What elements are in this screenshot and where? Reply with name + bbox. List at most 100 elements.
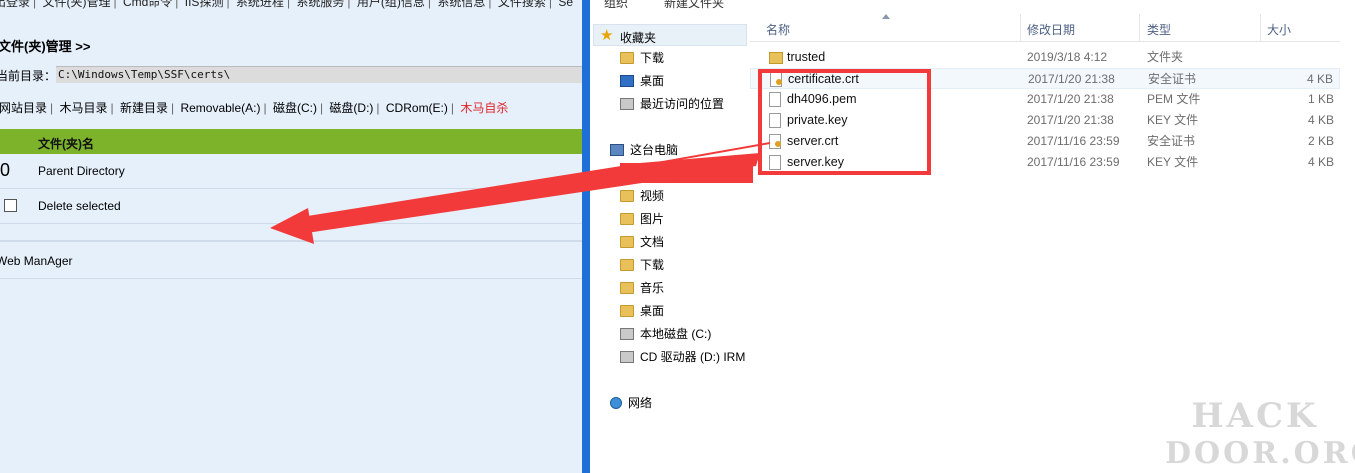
nav-item-label: 网络: [628, 396, 653, 410]
file-type: KEY 文件: [1147, 113, 1199, 127]
recent-places-icon: [620, 98, 634, 110]
network-icon: [610, 397, 622, 409]
nav-item-label: 本地磁盘 (C:): [640, 327, 712, 341]
nav-item-pc-desktop[interactable]: 桌面: [620, 301, 664, 321]
nav-item-label: 文档: [640, 235, 665, 249]
star-icon: ★: [600, 27, 614, 44]
pictures-folder-icon: [620, 213, 634, 225]
sort-up-icon: [882, 14, 890, 19]
watermark-line2: DOOR.ORG: [1165, 436, 1355, 471]
nav-logout[interactable]: 出登录: [0, 0, 30, 9]
current-dir-row: 当前目录： C:\Windows\Temp\SSF\certs\: [0, 65, 582, 83]
select-all-checkbox[interactable]: [4, 199, 17, 212]
nav-favorites-label: 收藏夹: [620, 31, 657, 45]
link-self-delete[interactable]: 木马自杀: [460, 101, 508, 115]
file-name: trusted: [787, 50, 826, 64]
nav-users[interactable]: 用户(组)信息: [357, 0, 425, 9]
nav-item-downloads[interactable]: 下载: [620, 48, 664, 68]
file-date: 2017/11/16 23:59: [1027, 134, 1120, 148]
current-dir-input[interactable]: C:\Windows\Temp\SSF\certs\: [56, 66, 582, 83]
column-date[interactable]: 修改日期: [1027, 21, 1075, 38]
nav-item-label: 桌面: [640, 74, 665, 88]
file-row-trusted[interactable]: trusted 2019/3/18 4:12 文件夹: [750, 47, 1340, 68]
nav-item-label: 下载: [640, 258, 665, 272]
top-nav: 出登录 | 文件(夹)管理 | Cmd命令 | IIS探测 | 系统进程 | 系统服务 | …: [0, 0, 573, 10]
watermark-logo: HACK DOOR.ORG: [1165, 396, 1355, 472]
table-row[interactable]: 0 Parent Directory: [0, 154, 582, 189]
nav-item-label: 图片: [640, 212, 665, 226]
link-new-dir[interactable]: 新建目录: [120, 101, 168, 115]
link-site-dir[interactable]: 网站目录: [0, 101, 47, 115]
file-size: 4 KB: [1306, 72, 1333, 86]
nav-file-manager[interactable]: 文件(夹)管理: [42, 0, 110, 9]
nav-item-label: 视频: [640, 189, 665, 203]
web-file-manager: 出登录 | 文件(夹)管理 | Cmd命令 | IIS探测 | 系统进程 | 系统服务 | …: [0, 0, 582, 473]
table-footer: Web ManAger: [0, 241, 582, 279]
column-type[interactable]: 类型: [1147, 21, 1171, 38]
link-drive-c[interactable]: 磁盘(C:): [273, 101, 317, 115]
documents-folder-icon: [620, 236, 634, 248]
file-size: 4 KB: [1307, 113, 1334, 127]
file-type: PEM 文件: [1147, 92, 1201, 106]
nav-item-pc-downloads[interactable]: 下载: [620, 255, 664, 275]
nav-processes[interactable]: 系统进程: [236, 0, 284, 9]
nav-item-recent[interactable]: 最近访问的位置: [620, 94, 724, 114]
current-dir-label: 当前目录：: [0, 69, 57, 83]
window-divider: [582, 0, 590, 473]
column-name[interactable]: 名称: [766, 21, 790, 38]
nav-item-drive-d[interactable]: CD 驱动器 (D:) IRM: [620, 347, 745, 367]
file-date: 2017/1/20 21:38: [1028, 72, 1115, 86]
nav-favorites[interactable]: ★ 收藏夹: [593, 24, 747, 46]
desktop-folder-icon: [620, 305, 634, 317]
link-drive-a[interactable]: Removable(A:): [180, 101, 260, 115]
nav-services[interactable]: 系统服务: [296, 0, 344, 9]
folder-icon: [769, 52, 783, 64]
file-date: 2017/11/16 23:59: [1027, 155, 1120, 169]
nav-file-search[interactable]: 文件搜索: [498, 0, 546, 9]
redaction-bar: [620, 163, 753, 183]
downloads-folder-icon: [620, 259, 634, 271]
file-size: 1 KB: [1307, 92, 1334, 106]
nav-item-pictures[interactable]: 图片: [620, 209, 664, 229]
nav-item-videos[interactable]: 视频: [620, 186, 664, 206]
music-folder-icon: [620, 282, 634, 294]
nav-sysinfo[interactable]: 系统信息: [437, 0, 485, 9]
delete-selected-button[interactable]: Delete selected: [38, 199, 121, 213]
nav-item-network[interactable]: 网络: [610, 393, 652, 413]
organize-button[interactable]: 组织: [604, 0, 628, 11]
watermark-line1: HACK: [1191, 396, 1319, 436]
nav-cmd[interactable]: Cmd命令: [123, 0, 172, 9]
link-trojan-dir[interactable]: 木马目录: [59, 101, 107, 115]
computer-icon: [610, 144, 624, 156]
nav-item-label: CD 驱动器 (D:) IRM: [640, 350, 746, 364]
nav-item-label: 下载: [640, 51, 665, 65]
parent-directory-link[interactable]: Parent Directory: [38, 164, 125, 178]
nav-item-documents[interactable]: 文档: [620, 232, 664, 252]
nav-item-desktop[interactable]: 桌面: [620, 71, 664, 91]
column-headers: 名称 修改日期 类型 大小: [750, 14, 1340, 42]
parent-count: 0: [0, 160, 11, 180]
file-table: 文件(夹)名 0 Parent Directory Delete selecte…: [0, 129, 582, 279]
link-drive-d[interactable]: 磁盘(D:): [329, 101, 373, 115]
file-size: 4 KB: [1307, 155, 1334, 169]
downloads-folder-icon: [620, 52, 634, 64]
file-type: KEY 文件: [1147, 155, 1199, 169]
nav-item-label: 桌面: [640, 304, 665, 318]
new-folder-button[interactable]: 新建文件夹: [664, 0, 724, 11]
link-drive-e[interactable]: CDRom(E:): [386, 101, 448, 115]
cd-drive-icon: [620, 351, 634, 363]
file-type: 文件夹: [1147, 50, 1184, 64]
nav-item-music[interactable]: 音乐: [620, 278, 664, 298]
nav-item-label: 音乐: [640, 281, 665, 295]
nav-iis[interactable]: IIS探测: [185, 0, 224, 9]
highlight-box: [758, 69, 931, 175]
column-size[interactable]: 大小: [1267, 21, 1291, 38]
nav-item-drive-c[interactable]: 本地磁盘 (C:): [620, 324, 711, 344]
page-title: 文件(夹)管理 >>: [0, 39, 91, 54]
nav-item-label: 最近访问的位置: [640, 97, 725, 111]
nav-more[interactable]: Se: [558, 0, 573, 9]
file-date: 2017/1/20 21:38: [1027, 92, 1114, 106]
desktop-icon: [620, 75, 634, 87]
file-type: 安全证书: [1148, 72, 1197, 86]
nav-item-this-pc[interactable]: 这台电脑: [610, 140, 678, 160]
